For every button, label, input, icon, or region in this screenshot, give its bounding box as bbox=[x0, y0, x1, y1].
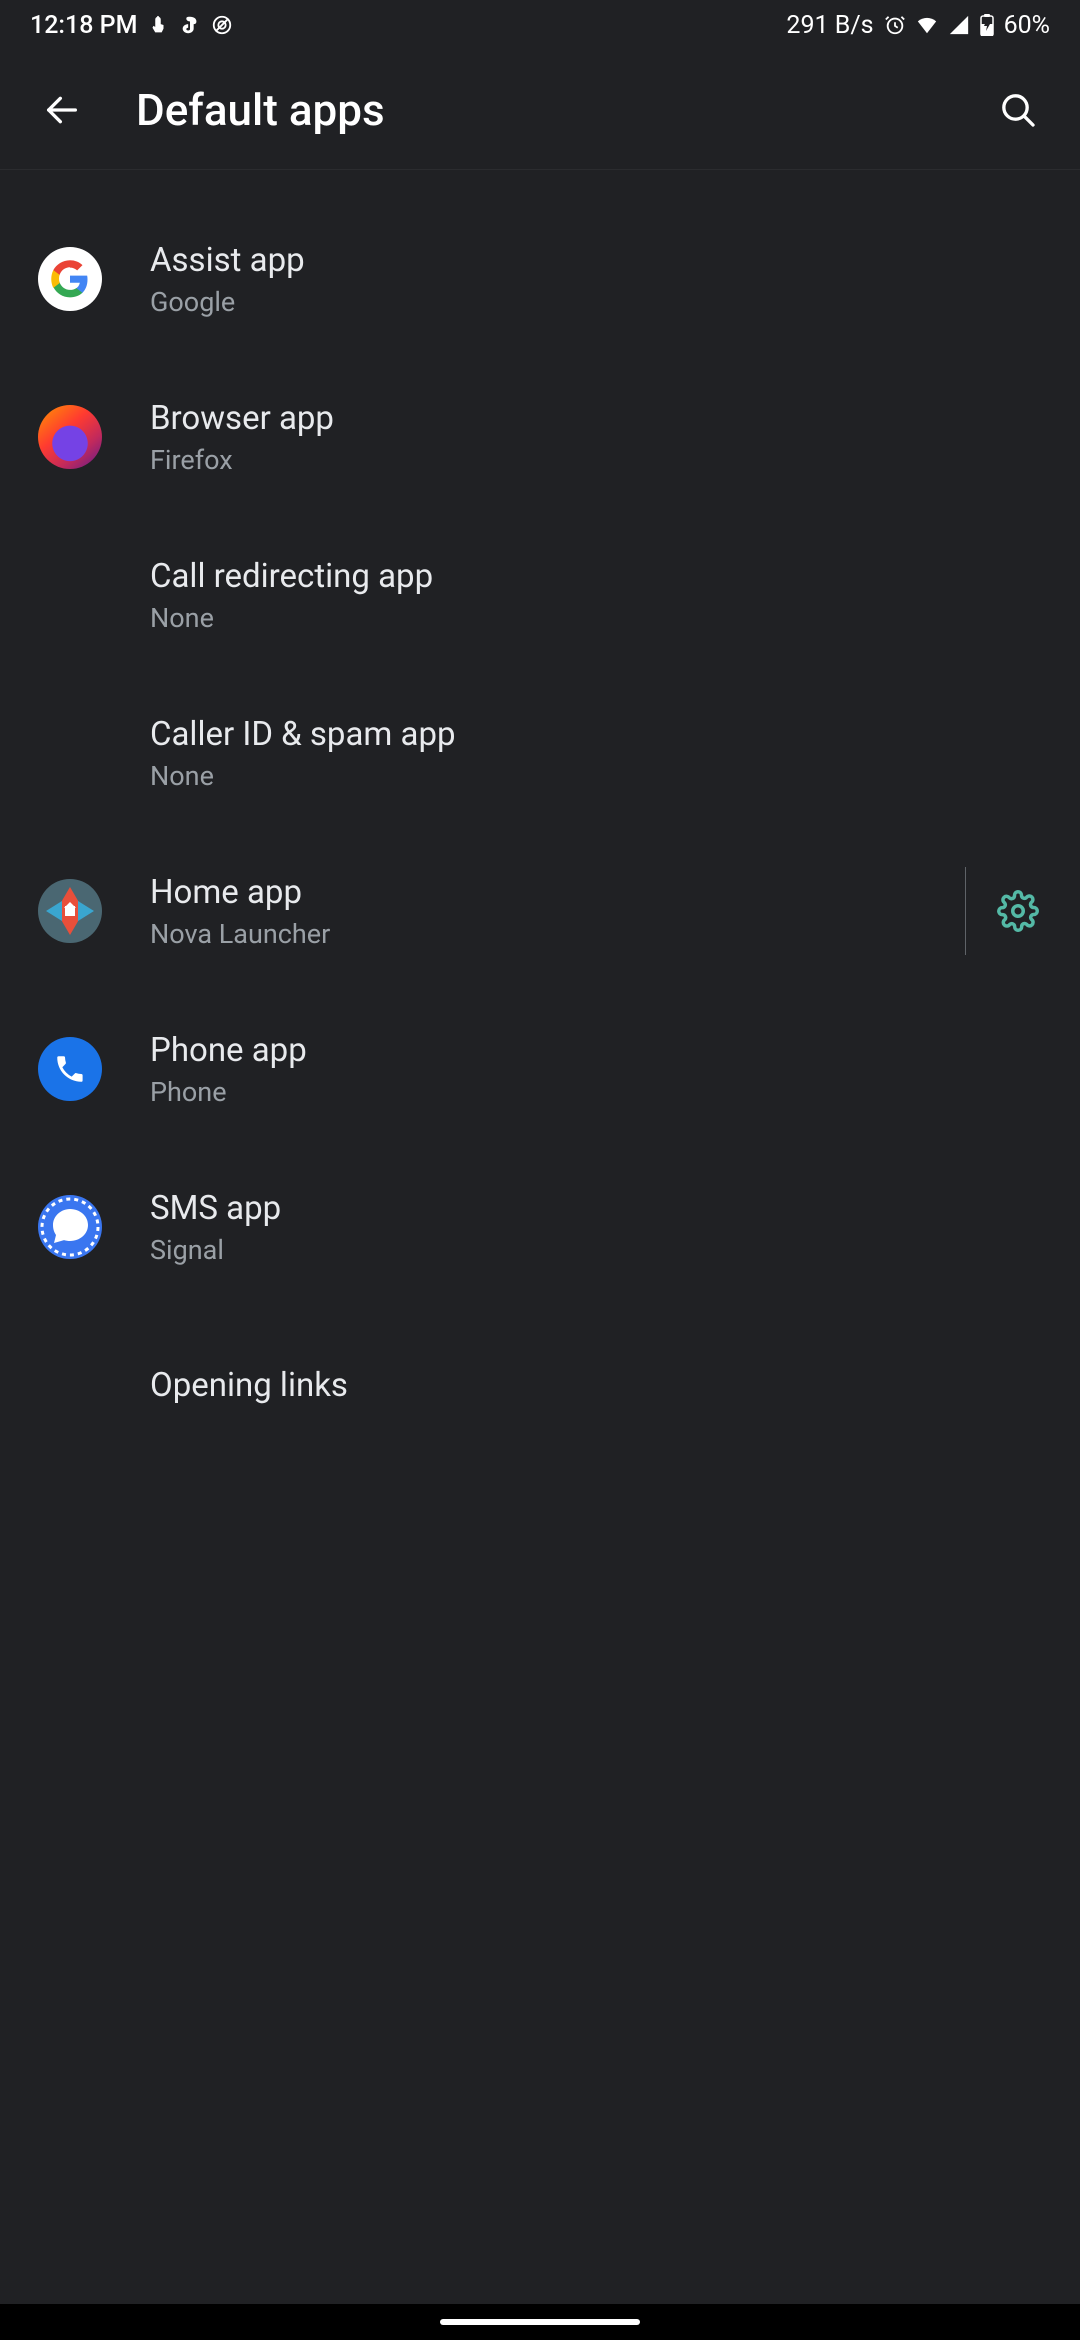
search-icon bbox=[998, 90, 1038, 130]
firefox-icon bbox=[38, 405, 102, 469]
item-subtitle: Firefox bbox=[150, 444, 1042, 476]
item-texts: SMS app Signal bbox=[150, 1189, 1042, 1266]
status-bar: 12:18 PM 291 B/s 60% bbox=[0, 0, 1080, 50]
item-title: Assist app bbox=[150, 241, 1042, 280]
item-phone-app[interactable]: Phone app Phone bbox=[0, 990, 1080, 1148]
item-title: Phone app bbox=[150, 1031, 1042, 1070]
status-battery-pct: 60% bbox=[1004, 11, 1050, 40]
status-right: 291 B/s 60% bbox=[786, 11, 1050, 40]
touch-icon bbox=[147, 14, 169, 36]
item-sms-app[interactable]: SMS app Signal bbox=[0, 1148, 1080, 1306]
item-texts: Call redirecting app None bbox=[150, 557, 1042, 634]
item-subtitle: Nova Launcher bbox=[150, 918, 955, 950]
item-title: Opening links bbox=[150, 1366, 1042, 1405]
item-home-app[interactable]: Home app Nova Launcher bbox=[0, 832, 1080, 990]
phone-icon bbox=[38, 1037, 102, 1101]
item-texts: Caller ID & spam app None bbox=[150, 715, 1042, 792]
item-icon-slot bbox=[38, 247, 150, 311]
item-texts: Browser app Firefox bbox=[150, 399, 1042, 476]
item-title: Caller ID & spam app bbox=[150, 715, 1042, 754]
item-browser-app[interactable]: Browser app Firefox bbox=[0, 358, 1080, 516]
item-title: Browser app bbox=[150, 399, 1042, 438]
signal-cellular-icon bbox=[948, 14, 970, 36]
item-caller-id-spam-app[interactable]: Caller ID & spam app None bbox=[0, 674, 1080, 832]
status-net-speed: 291 B/s bbox=[786, 11, 873, 40]
gear-icon bbox=[997, 890, 1039, 932]
alarm-icon bbox=[884, 14, 906, 36]
item-icon-slot bbox=[38, 879, 150, 943]
item-icon-slot bbox=[38, 1195, 150, 1259]
arrow-left-icon bbox=[42, 90, 82, 130]
gesture-nav-bar[interactable] bbox=[0, 2304, 1080, 2340]
item-subtitle: Signal bbox=[150, 1234, 1042, 1266]
google-icon bbox=[38, 247, 102, 311]
item-subtitle: None bbox=[150, 760, 1042, 792]
item-subtitle: Phone bbox=[150, 1076, 1042, 1108]
item-texts: Opening links bbox=[150, 1366, 1042, 1405]
signal-icon bbox=[38, 1195, 102, 1259]
item-texts: Assist app Google bbox=[150, 241, 1042, 318]
page-title: Default apps bbox=[136, 84, 944, 136]
item-subtitle: None bbox=[150, 602, 1042, 634]
nyt-icon bbox=[179, 14, 201, 36]
back-button[interactable] bbox=[38, 86, 86, 134]
battery-charging-icon bbox=[980, 14, 994, 36]
app-bar: Default apps bbox=[0, 50, 1080, 170]
item-texts: Phone app Phone bbox=[150, 1031, 1042, 1108]
home-app-settings-button[interactable] bbox=[994, 887, 1042, 935]
dnd-icon bbox=[211, 14, 233, 36]
item-assist-app[interactable]: Assist app Google bbox=[0, 200, 1080, 358]
item-title: SMS app bbox=[150, 1189, 1042, 1228]
status-time: 12:18 PM bbox=[30, 11, 137, 40]
nova-launcher-icon bbox=[38, 879, 102, 943]
item-opening-links[interactable]: Opening links bbox=[0, 1306, 1080, 1464]
item-title: Call redirecting app bbox=[150, 557, 1042, 596]
search-button[interactable] bbox=[994, 86, 1042, 134]
item-divider bbox=[965, 867, 966, 955]
nav-pill bbox=[440, 2319, 640, 2325]
default-apps-list: Assist app Google Browser app Firefox Ca… bbox=[0, 170, 1080, 1464]
item-subtitle: Google bbox=[150, 286, 1042, 318]
item-texts: Home app Nova Launcher bbox=[150, 873, 955, 950]
item-call-redirecting-app[interactable]: Call redirecting app None bbox=[0, 516, 1080, 674]
status-left: 12:18 PM bbox=[30, 11, 233, 40]
item-icon-slot bbox=[38, 1037, 150, 1101]
wifi-icon bbox=[916, 14, 938, 36]
item-title: Home app bbox=[150, 873, 955, 912]
item-icon-slot bbox=[38, 405, 150, 469]
